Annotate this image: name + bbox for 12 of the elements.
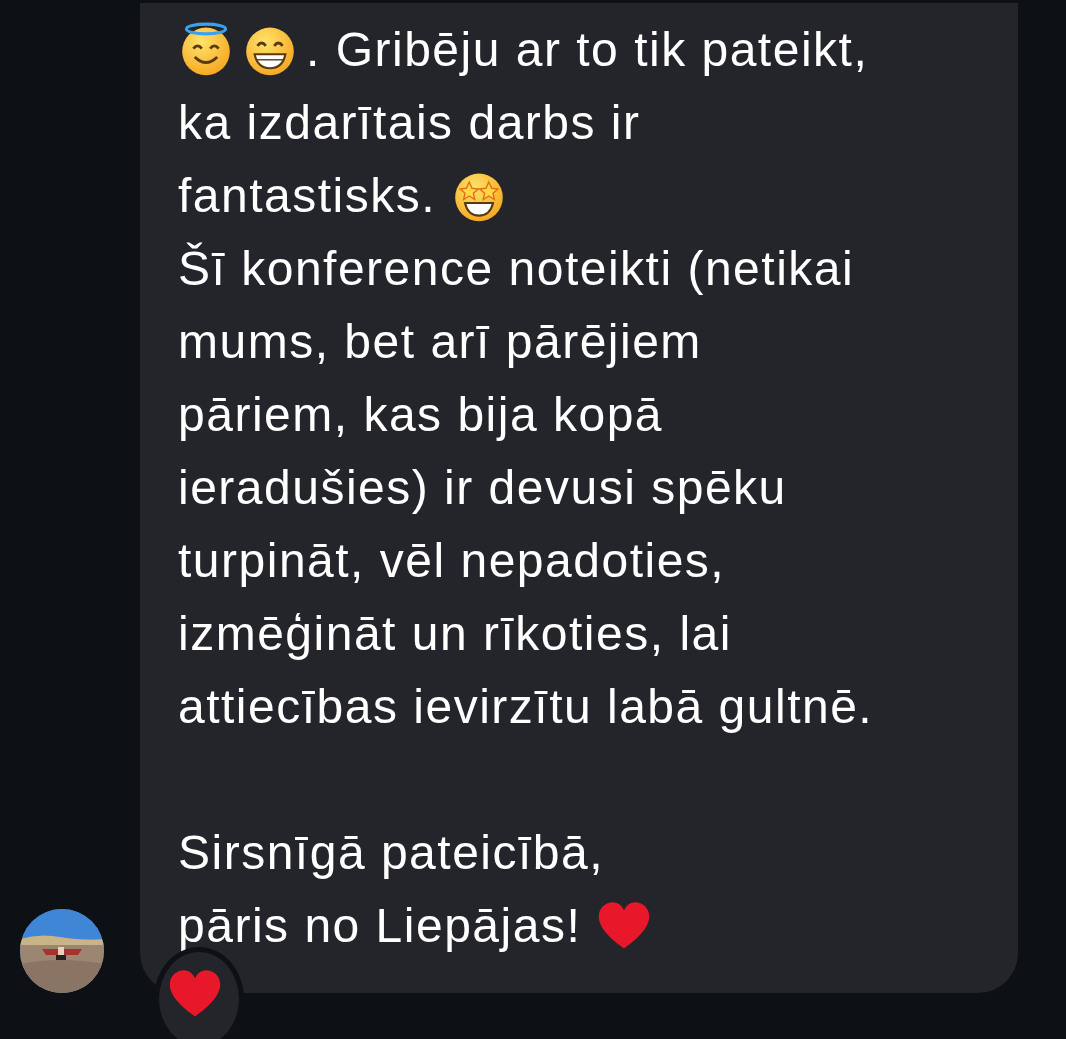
- message-text: ieradušies) ir devusi spēku: [178, 460, 787, 516]
- message-text: pāris no Liepājas!: [178, 898, 583, 954]
- message-text: turpināt, vēl nepadoties,: [178, 533, 726, 589]
- message-text: Šī konference noteikti (netikai: [178, 241, 855, 297]
- message-text: . Gribēju ar to tik pateikt,: [306, 22, 869, 78]
- message-text: Sirsnīgā pateicībā,: [178, 825, 605, 881]
- message-text: izmēģināt un rīkoties, lai: [178, 606, 732, 662]
- message-text: fantastisks.: [178, 168, 438, 224]
- message-text: ka izdarītais darbs ir: [178, 95, 641, 151]
- message-text: attiecības ievirzītu labā gultnē.: [178, 679, 874, 735]
- message-text: pāriem, kas bija kopā: [178, 387, 664, 443]
- message-text: mums, bet arī pārējiem: [178, 314, 702, 370]
